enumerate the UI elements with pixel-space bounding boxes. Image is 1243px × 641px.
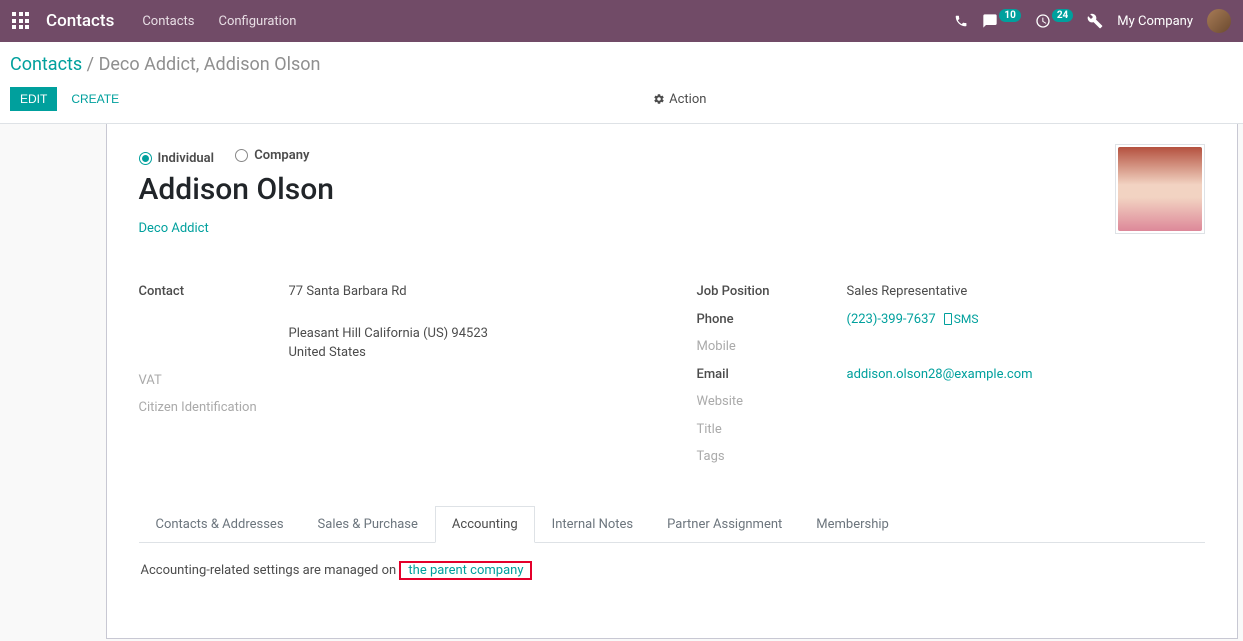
user-avatar[interactable] [1207, 9, 1231, 33]
value-email[interactable]: addison.olson28@example.com [847, 367, 1033, 382]
value-job: Sales Representative [847, 282, 1205, 302]
tab-internal-notes[interactable]: Internal Notes [535, 506, 650, 543]
create-button[interactable]: Create [61, 87, 129, 111]
label-phone: Phone [697, 310, 847, 330]
label-job: Job Position [697, 282, 847, 302]
phone-icon[interactable] [954, 14, 968, 28]
value-phone[interactable]: (223)-399-7637 [847, 312, 936, 327]
address-country: United States [289, 343, 647, 363]
messages-badge: 10 [999, 9, 1020, 22]
radio-company[interactable]: Company [235, 148, 309, 163]
tab-partner-assignment[interactable]: Partner Assignment [650, 506, 799, 543]
record-name: Addison Olson [139, 172, 1205, 207]
label-title: Title [697, 420, 847, 440]
breadcrumb-sep: / [82, 54, 98, 75]
form-sheet: Individual Company Addison Olson Deco Ad… [106, 124, 1238, 639]
notebook-tabs: Contacts & Addresses Sales & Purchase Ac… [139, 505, 1205, 543]
breadcrumb: Contacts / Deco Addict, Addison Olson [10, 54, 1227, 75]
parent-company-link[interactable]: Deco Addict [139, 221, 209, 236]
label-website: Website [697, 392, 847, 412]
radio-individual[interactable]: Individual [139, 151, 215, 166]
apps-launcher-icon[interactable] [12, 12, 30, 30]
label-mobile: Mobile [697, 337, 847, 357]
breadcrumb-current: Deco Addict, Addison Olson [99, 54, 321, 75]
label-tags: Tags [697, 447, 847, 467]
label-email: Email [697, 365, 847, 385]
mobile-icon [944, 313, 952, 325]
accounting-parent-link[interactable]: the parent company [404, 560, 527, 581]
breadcrumb-root[interactable]: Contacts [10, 54, 82, 75]
action-dropdown[interactable]: Action [653, 92, 706, 107]
nav-configuration[interactable]: Configuration [218, 14, 296, 29]
address-street: 77 Santa Barbara Rd [289, 282, 647, 302]
activities-icon[interactable]: 24 [1035, 13, 1073, 29]
address-city: Pleasant Hill California (US) 94523 [289, 324, 647, 344]
tab-sales-purchase[interactable]: Sales & Purchase [301, 506, 435, 543]
label-citizen-id: Citizen Identification [139, 398, 289, 418]
debug-icon[interactable] [1087, 13, 1103, 29]
messages-icon[interactable]: 10 [982, 13, 1020, 29]
contact-avatar[interactable] [1115, 144, 1205, 234]
label-contact: Contact [139, 282, 289, 363]
tab-content-accounting: Accounting-related settings are managed … [139, 543, 1205, 598]
label-vat: VAT [139, 371, 289, 391]
activities-badge: 24 [1052, 9, 1073, 22]
company-selector[interactable]: My Company [1117, 14, 1193, 29]
nav-contacts[interactable]: Contacts [142, 14, 194, 29]
app-brand[interactable]: Contacts [46, 11, 114, 31]
tab-membership[interactable]: Membership [799, 506, 906, 543]
edit-button[interactable]: Edit [10, 87, 57, 111]
tab-contacts-addresses[interactable]: Contacts & Addresses [139, 506, 301, 543]
accounting-msg: Accounting-related settings are managed … [141, 563, 400, 578]
tab-accounting[interactable]: Accounting [435, 506, 535, 543]
sms-link[interactable]: SMS [944, 312, 979, 326]
